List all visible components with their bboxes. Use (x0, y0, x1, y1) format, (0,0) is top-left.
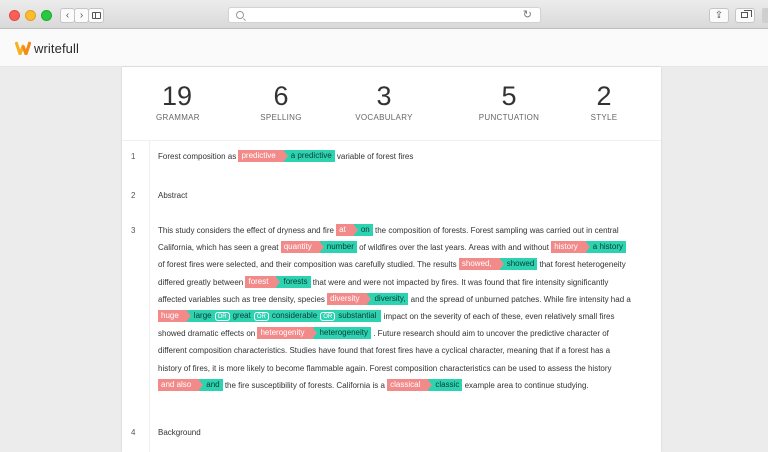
stat-value: 2 (596, 81, 612, 111)
suggestion-insertion[interactable]: forests (276, 275, 311, 288)
address-bar[interactable]: ↻ (228, 7, 541, 23)
suggestion-insertion[interactable]: great (231, 311, 253, 320)
suggestion-deletion[interactable]: predictive (238, 150, 289, 162)
suggestion-insertion[interactable]: diversity, (367, 292, 409, 305)
paragraph-text[interactable]: Forest composition as predictive a predic… (158, 148, 634, 165)
minimize-window-button[interactable] (25, 10, 36, 21)
stat-grammar[interactable]: 19 GRAMMAR (156, 81, 200, 122)
sidebar-icon (91, 12, 101, 19)
stat-value: 3 (376, 81, 392, 111)
or-separator: OR (214, 312, 230, 322)
stat-style[interactable]: 2 STYLE (587, 81, 621, 122)
stat-label: PUNCTUATION (478, 113, 540, 122)
suggestion-insertion[interactable]: large (187, 311, 214, 320)
stat-value: 19 (161, 81, 193, 111)
paragraph-text[interactable]: This study considers the effect of dryne… (158, 222, 634, 394)
document-card: 19 GRAMMAR 6 SPELLING 3 VOCABULARY 5 PUN… (122, 67, 661, 452)
suggestion-deletion[interactable]: forest (245, 275, 281, 288)
suggestion-alternatives: large OR great OR considerable OR substantial (186, 310, 382, 323)
close-window-button[interactable] (9, 10, 20, 21)
text-run: and the spread of unburned patches. Whil… (408, 294, 631, 304)
stat-vocabulary[interactable]: 3 VOCABULARY (346, 81, 422, 122)
paragraph-text[interactable]: Background (158, 424, 634, 441)
suggestion-deletion[interactable]: at (336, 224, 358, 236)
stat-label: STYLE (590, 113, 618, 122)
suggestion-insertion[interactable]: a history (585, 241, 626, 254)
share-button[interactable]: ⇪ (709, 8, 729, 23)
stat-label: GRAMMAR (156, 113, 200, 122)
paragraph-number: 1 (131, 152, 136, 161)
text-run: of wildfires over the last years. Areas … (356, 243, 552, 253)
suggestion-insertion[interactable]: number (319, 241, 357, 254)
search-icon (236, 11, 244, 19)
stat-punctuation[interactable]: 5 PUNCTUATION (477, 81, 541, 122)
suggestion-insertion[interactable]: showed (499, 258, 538, 271)
back-button[interactable]: ‹ (60, 8, 75, 23)
suggestion-deletion[interactable]: showed, (458, 258, 504, 271)
paragraph-text[interactable]: Abstract (158, 187, 634, 204)
stat-spelling[interactable]: 6 SPELLING (256, 81, 306, 122)
suggestion-insertion[interactable]: considerable (270, 311, 319, 320)
or-separator: OR (253, 312, 269, 322)
suggestion-deletion[interactable]: and also (158, 378, 204, 391)
window-edge (762, 8, 768, 23)
suggestion-deletion[interactable]: heterogenity (257, 327, 317, 340)
text-run: variable of forest fires (334, 152, 414, 161)
tabs-icon (741, 10, 752, 18)
stat-value: 6 (273, 81, 289, 111)
suggestion-deletion[interactable]: huge (158, 310, 191, 323)
suggestion-insertion[interactable]: heterogeneity (312, 327, 371, 340)
reload-icon[interactable]: ↻ (523, 9, 532, 22)
suggestion-deletion[interactable]: diversity (327, 292, 372, 305)
paragraph-number: 4 (131, 428, 136, 437)
sidebar-toggle-button[interactable] (88, 8, 104, 23)
forward-button[interactable]: › (74, 8, 89, 23)
suggestion-deletion[interactable]: history (551, 241, 590, 254)
stat-label: SPELLING (260, 113, 302, 122)
or-separator: OR (320, 312, 336, 322)
browser-toolbar: ‹ › ↻ ⇪ (0, 0, 768, 29)
text-run: the fire susceptibility of forests. Cali… (222, 380, 388, 390)
stats-bar: 19 GRAMMAR 6 SPELLING 3 VOCABULARY 5 PUN… (122, 67, 661, 141)
app-name: writefull (34, 40, 79, 56)
writefull-logo[interactable]: writefull (15, 39, 79, 57)
zoom-window-button[interactable] (41, 10, 52, 21)
suggestion-insertion[interactable]: a predictive (283, 150, 335, 162)
suggestion-insertion[interactable]: substantial (336, 311, 378, 320)
paragraph-number: 2 (131, 191, 136, 200)
stat-label: VOCABULARY (355, 113, 413, 122)
suggestion-deletion[interactable]: classical (387, 378, 433, 391)
show-tabs-button[interactable] (735, 8, 755, 23)
suggestion-insertion[interactable]: classic (428, 378, 463, 391)
stat-value: 5 (501, 81, 517, 111)
text-run: example area to continue studying. (462, 380, 589, 390)
text-run: This study considers the effect of dryne… (158, 226, 337, 235)
text-run: Forest composition as (158, 152, 239, 161)
paragraph-number: 3 (131, 226, 136, 235)
line-number-gutter (149, 141, 150, 452)
writefull-logo-icon (15, 41, 31, 55)
suggestion-deletion[interactable]: quantity (280, 241, 324, 254)
app-header: writefull (0, 29, 768, 67)
text-run: of forest fires were selected, and their… (158, 260, 459, 270)
